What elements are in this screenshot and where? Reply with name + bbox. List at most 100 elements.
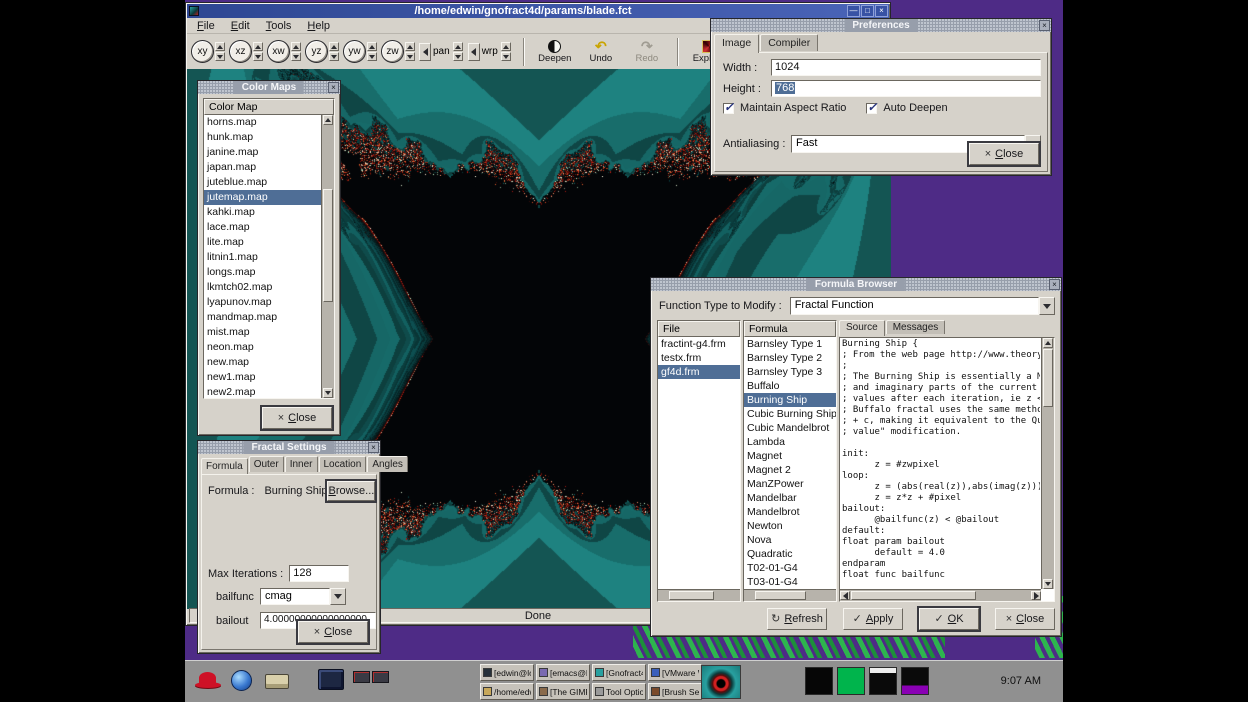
- formula-item[interactable]: Barnsley Type 2: [744, 351, 836, 365]
- colormap-item[interactable]: japan.map: [204, 160, 321, 175]
- preferences-titlebar[interactable]: Preferences ×: [711, 19, 1051, 32]
- spinner-down-icon[interactable]: [253, 52, 263, 61]
- preferences-tab[interactable]: Compiler: [760, 34, 818, 51]
- height-input[interactable]: 768: [771, 80, 1041, 97]
- menu-item[interactable]: Edit: [223, 19, 258, 33]
- rotation-button[interactable]: yw: [343, 40, 366, 63]
- workspace-icon[interactable]: [372, 671, 389, 683]
- colormap-item[interactable]: neon.map: [204, 340, 321, 355]
- task-button[interactable]: [Brush Sele: [648, 683, 702, 700]
- workspace-icon[interactable]: [353, 671, 370, 683]
- deepen-button[interactable]: Deepen: [532, 35, 578, 68]
- checkbox[interactable]: ✓: [866, 103, 877, 114]
- color-swatch[interactable]: [901, 667, 929, 695]
- color-swatch[interactable]: [869, 667, 897, 695]
- formula-item[interactable]: Cubic Mandelbrot: [744, 421, 836, 435]
- workspace-pager[interactable]: [353, 671, 389, 683]
- colormap-item[interactable]: mandmap.map: [204, 310, 321, 325]
- source-tab[interactable]: Messages: [886, 320, 946, 334]
- formula-item[interactable]: Cubic Burning Ship: [744, 407, 836, 421]
- colormap-item[interactable]: lite.map: [204, 235, 321, 250]
- task-button[interactable]: Tool Option: [592, 683, 646, 700]
- max-iterations-input[interactable]: 128: [289, 565, 349, 582]
- formula-item[interactable]: Lambda: [744, 435, 836, 449]
- spinner-down-icon[interactable]: [367, 52, 377, 61]
- printer-icon[interactable]: [265, 674, 289, 689]
- formula-item[interactable]: ManZPower: [744, 477, 836, 491]
- rotation-button[interactable]: xw: [267, 40, 290, 63]
- formula-column-header[interactable]: Formula: [744, 321, 836, 337]
- rotation-button[interactable]: xy: [191, 40, 214, 63]
- source-vscrollbar[interactable]: [1041, 338, 1054, 589]
- spinner-down-icon[interactable]: [453, 52, 463, 61]
- checkbox[interactable]: ✓: [723, 103, 734, 114]
- colormap-item[interactable]: new1.map: [204, 370, 321, 385]
- chevron-down-icon[interactable]: [1039, 297, 1055, 315]
- colormap-item[interactable]: longs.map: [204, 265, 321, 280]
- bailfunc-dropdown[interactable]: cmag: [260, 588, 346, 605]
- formula-item[interactable]: T02-01-G4: [744, 561, 836, 575]
- file-item[interactable]: testx.frm: [658, 351, 740, 365]
- ok-button[interactable]: ✓ OK: [919, 608, 979, 630]
- spinner-up-icon[interactable]: [405, 42, 415, 51]
- formula-item[interactable]: Barnsley Type 1: [744, 337, 836, 351]
- task-button[interactable]: [VMware Wo: [648, 664, 702, 681]
- browse-button[interactable]: Browse...: [327, 481, 375, 501]
- scroll-down-icon[interactable]: [323, 388, 333, 398]
- formula-item[interactable]: Newton: [744, 519, 836, 533]
- formula-item[interactable]: Mandelbrot: [744, 505, 836, 519]
- pan-left-icon[interactable]: [468, 43, 480, 61]
- spinner-up-icon[interactable]: [501, 42, 511, 51]
- fractal-settings-tab[interactable]: Inner: [285, 456, 318, 472]
- source-hscrollbar[interactable]: [840, 589, 1041, 601]
- fractal-settings-tab[interactable]: Angles: [367, 456, 408, 472]
- formula-list-hscrollbar[interactable]: [744, 589, 836, 601]
- spinner-up-icon[interactable]: [253, 42, 263, 51]
- fractal-thumbnail[interactable]: [701, 665, 741, 699]
- preferences-tab[interactable]: Image: [714, 34, 759, 53]
- close-button[interactable]: × Close: [995, 608, 1055, 630]
- close-button[interactable]: × Close: [969, 143, 1039, 165]
- colormap-item[interactable]: new2.map: [204, 385, 321, 398]
- apply-button[interactable]: ✓ Apply: [843, 608, 903, 630]
- formula-item[interactable]: Barnsley Type 3: [744, 365, 836, 379]
- spinner-up-icon[interactable]: [367, 42, 377, 51]
- colormap-item[interactable]: new.map: [204, 355, 321, 370]
- colormap-item[interactable]: horns.map: [204, 115, 321, 130]
- spinner-up-icon[interactable]: [215, 42, 225, 51]
- source-tab[interactable]: Source: [839, 320, 885, 336]
- formula-item[interactable]: Burning Ship: [744, 393, 836, 407]
- colormap-item[interactable]: kahki.map: [204, 205, 321, 220]
- scrollbar-thumb[interactable]: [323, 189, 333, 302]
- colormap-scrollbar[interactable]: [321, 115, 334, 398]
- source-code[interactable]: Burning Ship { ; From the web page http:…: [842, 339, 1040, 588]
- fractal-settings-titlebar[interactable]: Fractal Settings ×: [198, 441, 380, 454]
- file-list-hscrollbar[interactable]: [658, 589, 740, 601]
- spinner-up-icon[interactable]: [291, 42, 301, 51]
- scroll-up-icon[interactable]: [1043, 338, 1053, 348]
- formula-browser-titlebar[interactable]: Formula Browser ×: [651, 278, 1061, 291]
- formula-item[interactable]: Nova: [744, 533, 836, 547]
- spinner-down-icon[interactable]: [291, 52, 301, 61]
- menu-item[interactable]: File: [189, 19, 223, 33]
- browser-icon[interactable]: [231, 670, 252, 691]
- scrollbar-thumb[interactable]: [1043, 349, 1053, 407]
- file-column-header[interactable]: File: [658, 321, 740, 337]
- color-swatch[interactable]: [805, 667, 833, 695]
- spinner-up-icon[interactable]: [453, 42, 463, 51]
- menu-item[interactable]: Help: [299, 19, 338, 33]
- spinner-down-icon[interactable]: [501, 52, 511, 61]
- colormap-item[interactable]: janine.map: [204, 145, 321, 160]
- scroll-down-icon[interactable]: [1043, 579, 1053, 589]
- function-type-dropdown[interactable]: Fractal Function: [790, 297, 1055, 315]
- pan-left-icon[interactable]: [419, 43, 431, 61]
- undo-button[interactable]: ↶ Undo: [578, 35, 624, 68]
- close-button[interactable]: × Close: [262, 407, 332, 429]
- chevron-down-icon[interactable]: [330, 588, 346, 605]
- task-button[interactable]: [emacs@loc: [536, 664, 590, 681]
- fractal-settings-tab[interactable]: Location: [319, 456, 367, 472]
- scroll-up-icon[interactable]: [323, 115, 333, 125]
- formula-item[interactable]: Magnet: [744, 449, 836, 463]
- terminal-icon[interactable]: [318, 669, 344, 690]
- task-button[interactable]: [edwin@loca: [480, 664, 534, 681]
